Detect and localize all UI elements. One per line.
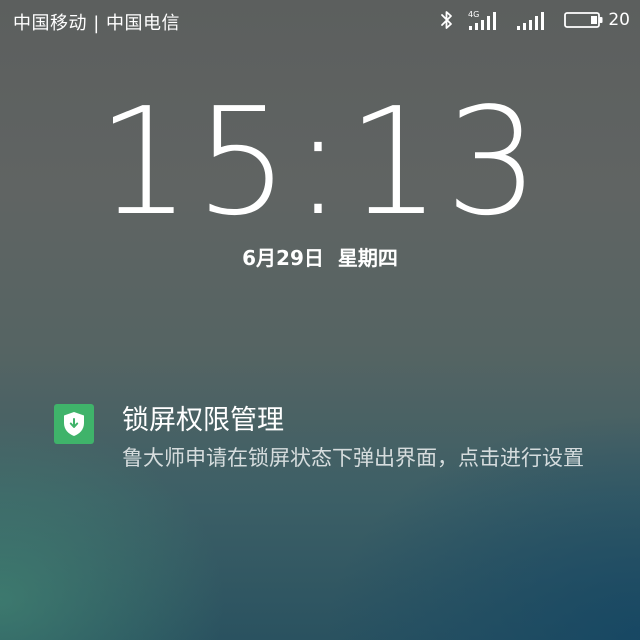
status-bar: 中国移动 | 中国电信 4G 20 <box>0 0 640 40</box>
notification-body: 鲁大师申请在锁屏状态下弹出界面，点击进行设置 <box>122 446 584 470</box>
status-icons: 4G 20 <box>440 8 630 32</box>
battery-icon <box>564 12 603 28</box>
clock-time: 15:13 <box>96 76 544 248</box>
signal-4g-icon: 4G <box>468 9 502 31</box>
network-type-label: 4G <box>468 10 479 19</box>
weekday-label: 星期四 <box>337 246 398 270</box>
carrier-label: 中国移动 | 中国电信 <box>13 13 181 34</box>
date-line: 6月29日 星期四 <box>0 242 640 271</box>
app-icon <box>54 404 94 444</box>
bluetooth-icon <box>440 10 454 30</box>
date-label: 6月29日 <box>242 246 324 270</box>
signal-icon <box>516 9 548 31</box>
notification-title: 锁屏权限管理 <box>122 405 284 436</box>
battery-percentage: 20 <box>608 10 630 30</box>
battery-indicator: 20 <box>564 10 630 30</box>
shield-download-icon <box>64 412 84 436</box>
